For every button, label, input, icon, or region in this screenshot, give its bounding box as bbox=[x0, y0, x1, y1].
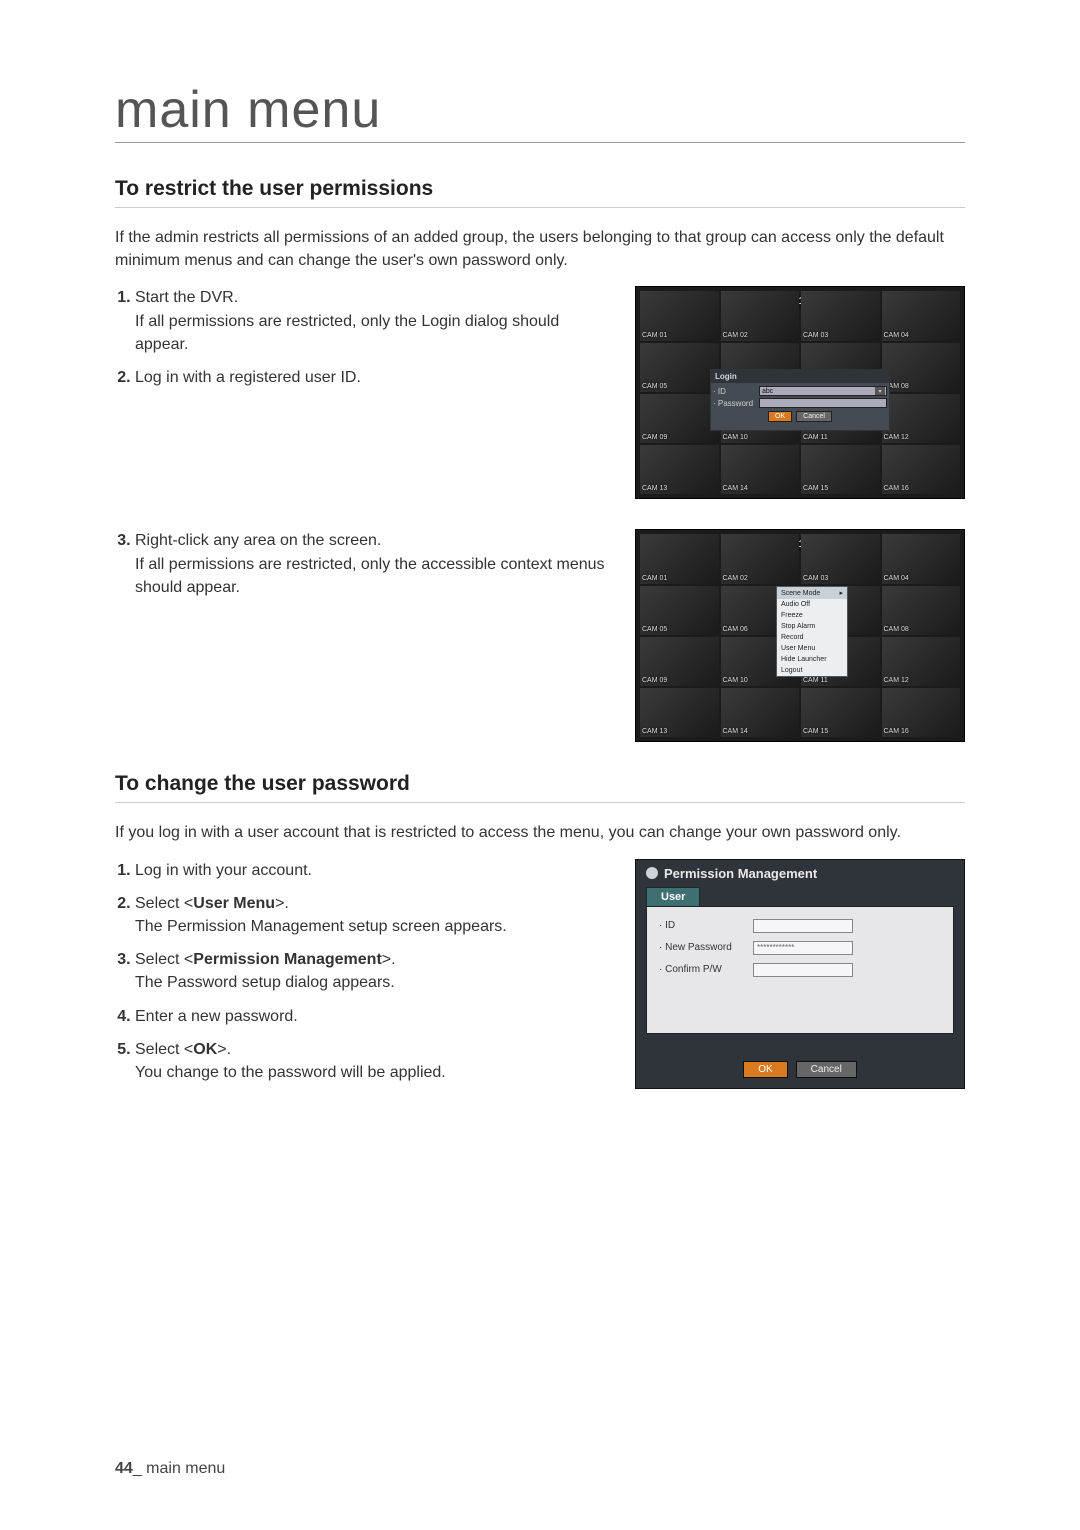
pw-step-4: Enter a new password. bbox=[135, 1005, 617, 1028]
permission-management-dialog: Permission Management User · ID · New Pa… bbox=[635, 859, 965, 1089]
cam-tile bbox=[801, 688, 880, 737]
context-menu-item[interactable]: Stop Alarm bbox=[777, 621, 847, 632]
cam-tile bbox=[640, 586, 719, 635]
context-menu-item[interactable]: Hide Launcher bbox=[777, 654, 847, 665]
step-3-line1: Right-click any area on the screen. bbox=[135, 532, 381, 549]
step-3-line2: If all permissions are restricted, only … bbox=[135, 556, 605, 596]
cam-tile bbox=[640, 343, 719, 392]
chapter-title: main menu bbox=[115, 80, 965, 143]
cam-tile bbox=[882, 445, 961, 494]
cam-tile bbox=[801, 534, 880, 583]
step-2: Log in with a registered user ID. bbox=[135, 366, 617, 389]
pm-ok-button[interactable]: OK bbox=[743, 1061, 787, 1078]
chevron-right-icon: ▸ bbox=[839, 589, 843, 597]
context-menu: Scene Mode▸ Audio Off Freeze Stop Alarm … bbox=[776, 586, 848, 677]
step-3: Right-click any area on the screen. If a… bbox=[135, 529, 617, 599]
pm-pane: · ID · New Password ************ · Confi… bbox=[646, 906, 954, 1034]
context-menu-item[interactable]: Logout bbox=[777, 665, 847, 676]
page-number: 44 bbox=[115, 1460, 133, 1477]
pm-newpw-field[interactable]: ************ bbox=[753, 941, 853, 955]
cam-tile bbox=[640, 534, 719, 583]
pw-step-1: Log in with your account. bbox=[135, 859, 617, 882]
step-1: Start the DVR. If all permissions are re… bbox=[135, 286, 617, 356]
login-cancel-button[interactable]: Cancel bbox=[796, 411, 832, 422]
chevron-down-icon: ▾ bbox=[875, 387, 885, 395]
figure-login-screenshot: 2013-01-01 01:10:25 Login bbox=[635, 286, 965, 499]
cam-tile bbox=[882, 343, 961, 392]
cam-tile bbox=[640, 394, 719, 443]
pm-id-label: · ID bbox=[659, 920, 743, 931]
context-menu-item[interactable]: Scene Mode▸ bbox=[777, 587, 847, 599]
figure-contextmenu-screenshot: 2013-01-01 01:10:25 Scene Mode▸ bbox=[635, 529, 965, 742]
cam-tile bbox=[721, 688, 800, 737]
tab-user[interactable]: User bbox=[646, 887, 700, 906]
cam-tile bbox=[721, 445, 800, 494]
login-password-label: · Password bbox=[713, 399, 755, 408]
section2-intro: If you log in with a user account that i… bbox=[115, 821, 965, 844]
login-id-label: · ID bbox=[713, 387, 755, 396]
pm-confirmpw-field[interactable] bbox=[753, 963, 853, 977]
cam-tile bbox=[721, 291, 800, 340]
cam-tile bbox=[801, 291, 880, 340]
cam-tile bbox=[882, 394, 961, 443]
cam-tile bbox=[882, 637, 961, 686]
cam-tile bbox=[640, 445, 719, 494]
footer-label: main menu bbox=[146, 1460, 225, 1477]
login-id-dropdown[interactable]: abc▾ bbox=[759, 386, 887, 396]
pw-step-5: Select <OK>. You change to the password … bbox=[135, 1038, 617, 1084]
pm-cancel-button[interactable]: Cancel bbox=[796, 1061, 857, 1078]
step-1-line2: If all permissions are restricted, only … bbox=[135, 313, 559, 353]
cam-tile bbox=[882, 586, 961, 635]
cam-tile bbox=[640, 688, 719, 737]
pm-confirmpw-label: · Confirm P/W bbox=[659, 964, 743, 975]
section-heading-password: To change the user password bbox=[115, 772, 965, 803]
context-menu-item[interactable]: User Menu bbox=[777, 643, 847, 654]
pm-id-field[interactable] bbox=[753, 919, 853, 933]
login-ok-button[interactable]: OK bbox=[768, 411, 792, 422]
login-password-field[interactable] bbox=[759, 398, 887, 408]
step-1-line1: Start the DVR. bbox=[135, 289, 238, 306]
cam-tile bbox=[882, 534, 961, 583]
cam-tile bbox=[640, 291, 719, 340]
login-dialog-title: Login bbox=[711, 370, 889, 383]
pm-newpw-label: · New Password bbox=[659, 942, 743, 953]
cam-tile bbox=[640, 637, 719, 686]
cam-tile bbox=[882, 291, 961, 340]
cam-tile bbox=[721, 534, 800, 583]
cam-tile bbox=[882, 688, 961, 737]
page-footer: 44_ main menu bbox=[115, 1460, 225, 1478]
login-dialog: Login · ID abc▾ · Password OK Cancel bbox=[710, 369, 890, 431]
section1-intro: If the admin restricts all permissions o… bbox=[115, 226, 965, 272]
pw-step-2: Select <User Menu>. The Permission Manag… bbox=[135, 892, 617, 938]
pm-title-text: Permission Management bbox=[664, 866, 817, 881]
section-heading-restrict: To restrict the user permissions bbox=[115, 177, 965, 208]
pw-step-3: Select <Permission Management>. The Pass… bbox=[135, 948, 617, 994]
cam-tile bbox=[801, 445, 880, 494]
user-icon bbox=[646, 867, 658, 879]
context-menu-item[interactable]: Audio Off bbox=[777, 599, 847, 610]
context-menu-item[interactable]: Freeze bbox=[777, 610, 847, 621]
context-menu-item[interactable]: Record bbox=[777, 632, 847, 643]
